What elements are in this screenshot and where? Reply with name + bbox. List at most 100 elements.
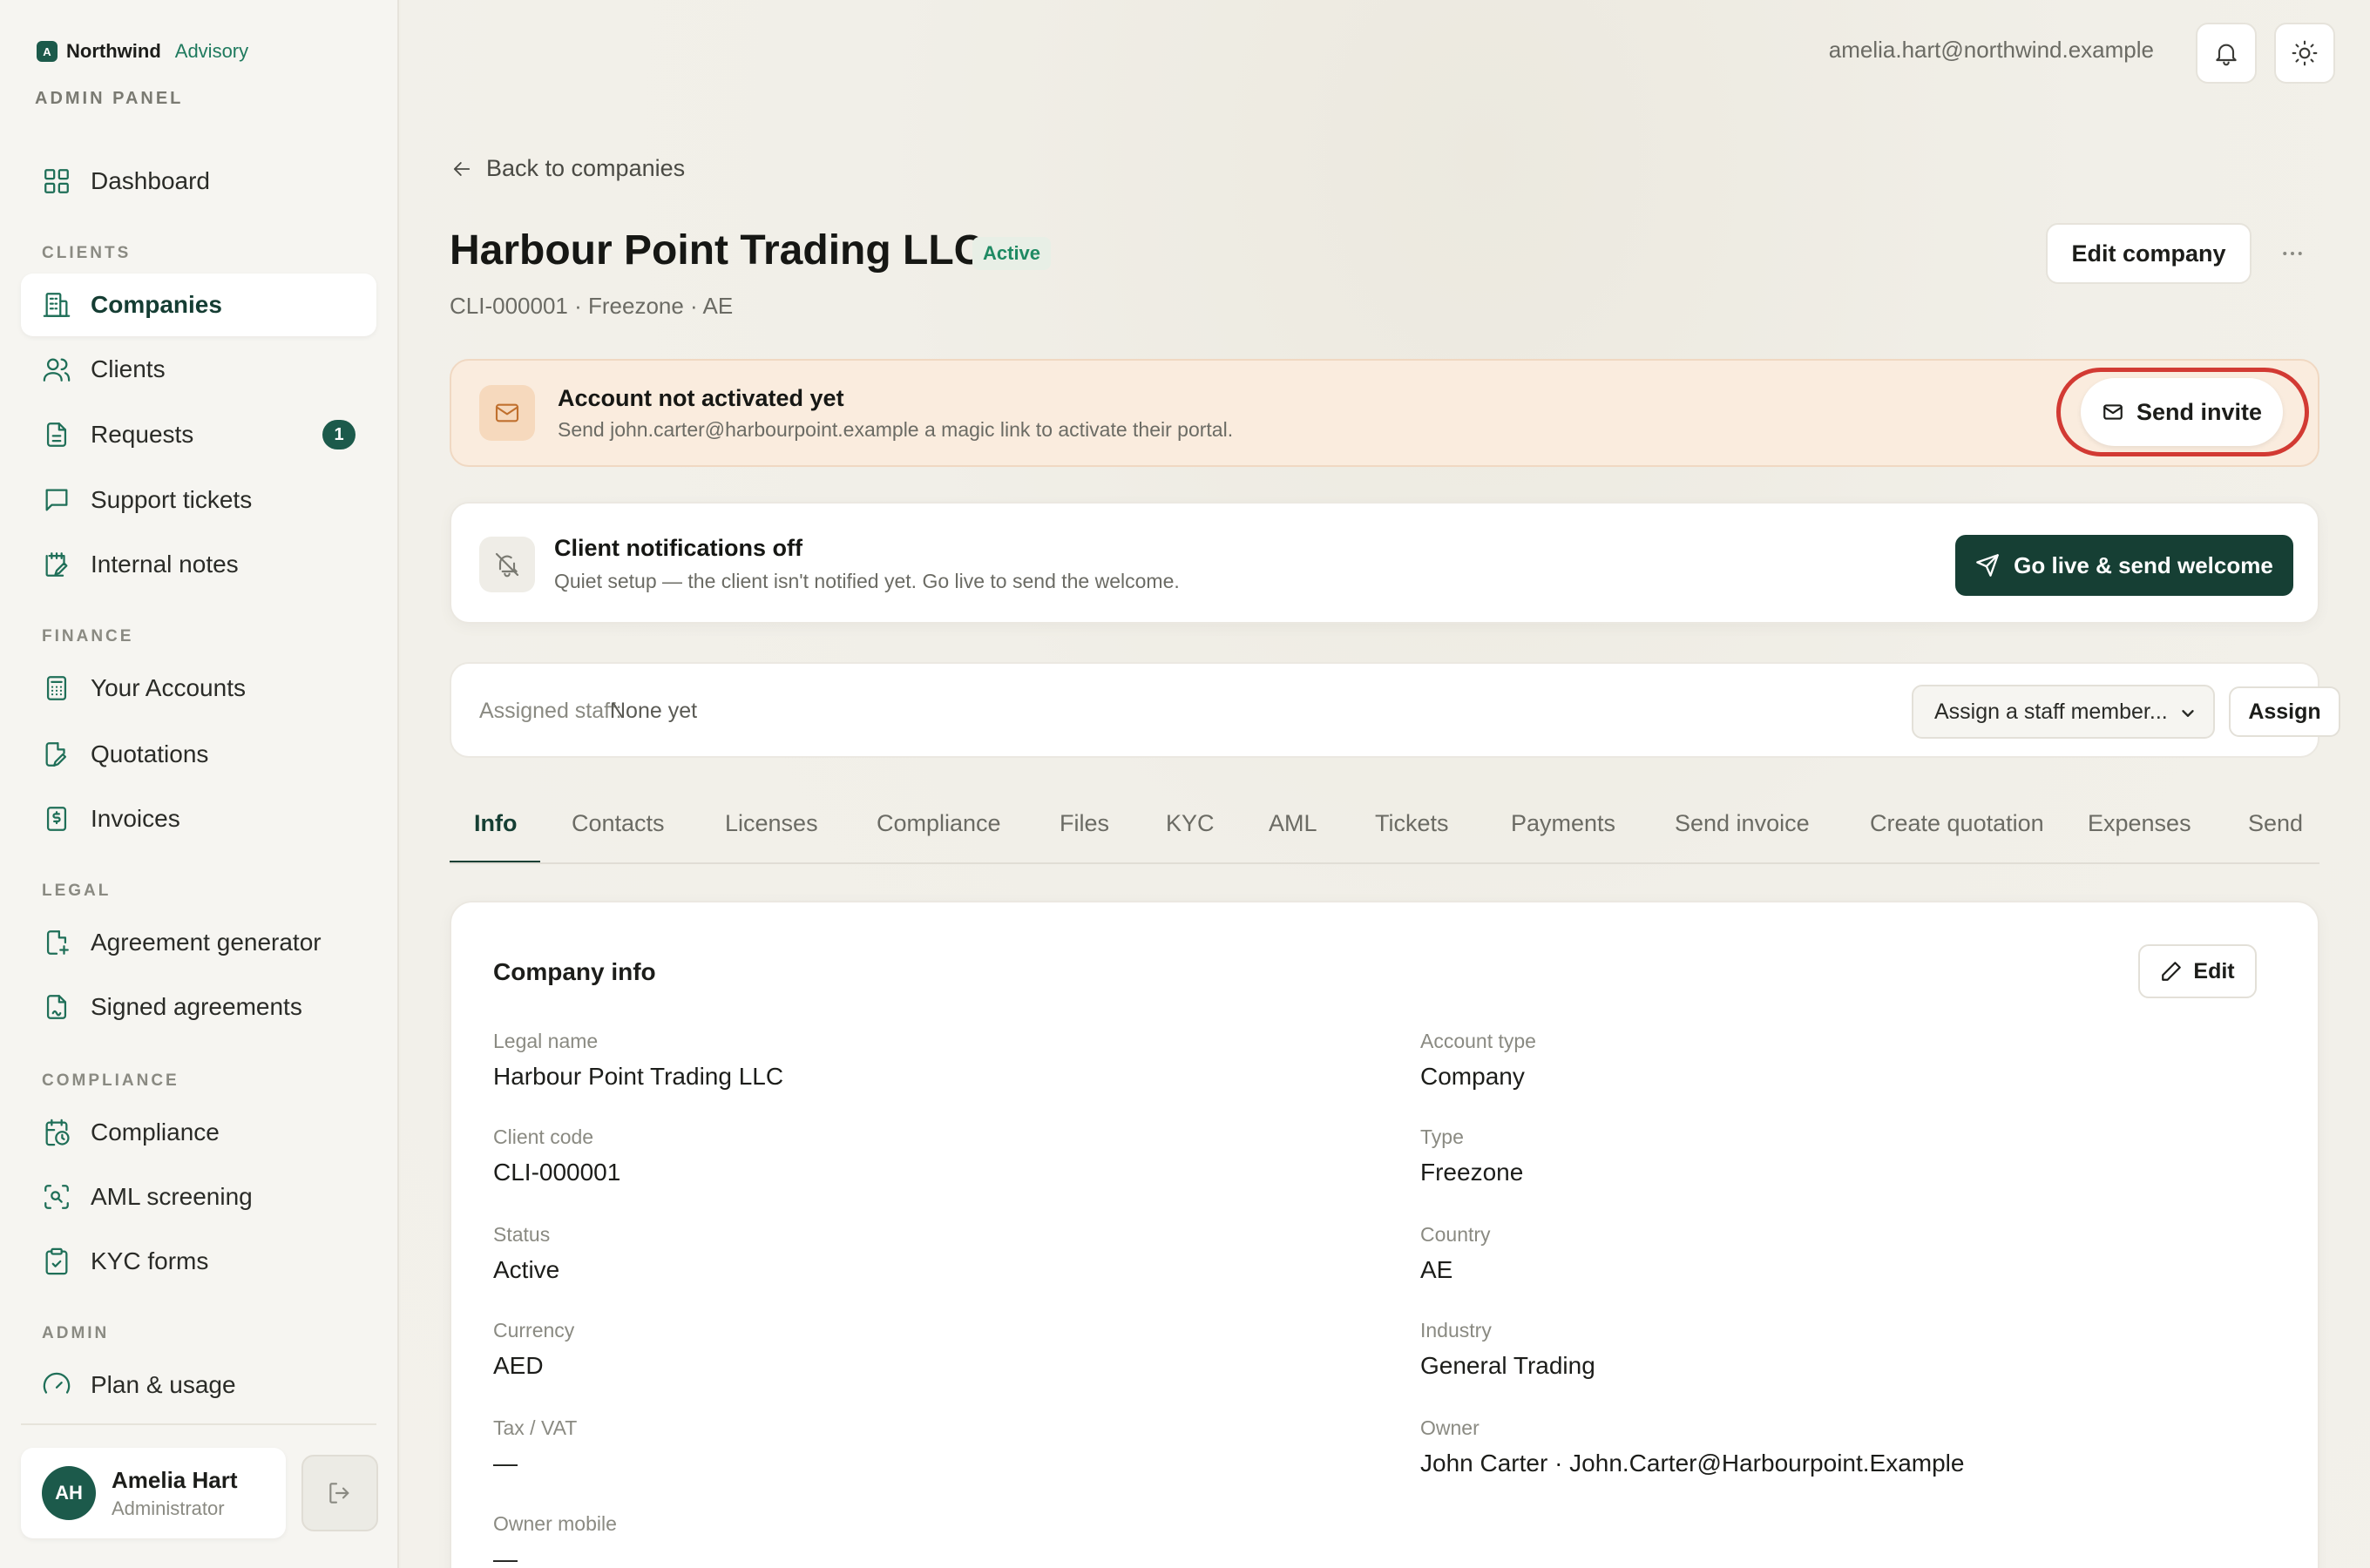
- field-label: Account type: [1420, 1030, 1536, 1052]
- more-horizontal-icon: [2279, 240, 2306, 267]
- section-admin: ADMIN: [42, 1324, 110, 1342]
- tab-contacts[interactable]: Contacts: [572, 810, 665, 837]
- card-title: Company info: [493, 958, 656, 985]
- brand-name: Northwind: [66, 40, 161, 62]
- tab-create-quotation[interactable]: Create quotation: [1870, 810, 2044, 837]
- user-email: amelia.hart@northwind.example: [1828, 37, 2154, 63]
- users-icon: [42, 355, 71, 384]
- arrow-left-icon: [450, 157, 474, 181]
- user-profile-card[interactable]: AH Amelia Hart Administrator: [21, 1448, 286, 1538]
- tab-tickets[interactable]: Tickets: [1375, 810, 1449, 837]
- field-label: Legal name: [493, 1030, 599, 1052]
- pencil-icon: [2160, 960, 2183, 983]
- brand-logo[interactable]: A Northwind Advisory: [37, 40, 248, 63]
- tab-expenses[interactable]: Expenses: [2088, 810, 2191, 837]
- file-signed-icon: [42, 992, 71, 1022]
- tab-send-invoice[interactable]: Send invoice: [1675, 810, 1810, 837]
- field-value: Freezone: [1420, 1159, 1524, 1186]
- field-label: Status: [493, 1223, 551, 1246]
- send-icon: [1975, 553, 2000, 578]
- field-label: Industry: [1420, 1319, 1492, 1342]
- page-subtitle: CLI-000001 · Freezone · AE: [450, 293, 734, 319]
- status-badge: Active: [972, 237, 1052, 270]
- edit-company-button[interactable]: Edit company: [2046, 223, 2252, 284]
- user-role: Administrator: [112, 1497, 225, 1519]
- assign-button[interactable]: Assign: [2229, 686, 2340, 737]
- sidebar-item-internal-notes[interactable]: Internal notes: [21, 533, 376, 596]
- sidebar: A Northwind Advisory ADMIN PANEL Dashboa…: [0, 0, 399, 1568]
- sidebar-item-label: Signed agreements: [91, 993, 302, 1020]
- sidebar-item-label: Support tickets: [91, 486, 253, 513]
- field-value: General Trading: [1420, 1352, 1595, 1379]
- activation-banner: Account not activated yet Send john.cart…: [450, 359, 2319, 467]
- staff-select-dropdown[interactable]: Assign a staff member...: [1912, 685, 2215, 739]
- user-name: Amelia Hart: [112, 1466, 238, 1493]
- tab-info[interactable]: Info: [474, 810, 517, 837]
- field-value: AE: [1420, 1256, 1453, 1283]
- logout-button[interactable]: [301, 1455, 378, 1531]
- assigned-staff-label: Assigned staff:: [479, 699, 622, 723]
- field-label: Owner: [1420, 1416, 1480, 1439]
- sidebar-item-quotations[interactable]: Quotations: [21, 723, 376, 786]
- sidebar-item-label: Dashboard: [91, 167, 210, 194]
- sidebar-item-plan-usage[interactable]: Plan & usage: [21, 1354, 376, 1416]
- sidebar-item-label: Requests: [91, 421, 194, 448]
- sidebar-item-label: Compliance: [91, 1119, 220, 1146]
- go-live-button[interactable]: Go live & send welcome: [1955, 535, 2293, 596]
- page-title: Harbour Point Trading LLC: [450, 227, 985, 274]
- sidebar-item-requests[interactable]: Requests 1: [21, 403, 376, 466]
- sidebar-item-invoices[interactable]: Invoices: [21, 787, 376, 850]
- bell-icon: [2212, 39, 2240, 67]
- tab-aml[interactable]: AML: [1269, 810, 1317, 837]
- brand-sub: Advisory: [174, 40, 249, 62]
- brand-badge: A: [37, 41, 58, 62]
- sidebar-item-signed-agreements[interactable]: Signed agreements: [21, 976, 376, 1038]
- tab-licenses[interactable]: Licenses: [725, 810, 818, 837]
- sidebar-item-label: KYC forms: [91, 1247, 209, 1274]
- sidebar-item-aml-screening[interactable]: AML screening: [21, 1166, 376, 1228]
- calendar-clock-icon: [42, 1118, 71, 1147]
- back-link-label: Back to companies: [486, 155, 686, 181]
- field-value: John Carter · John.Carter@Harbourpoint.E…: [1420, 1450, 1965, 1477]
- staff-select-value: Assign a staff member...: [1934, 699, 2168, 724]
- tab-kyc[interactable]: KYC: [1166, 810, 1215, 837]
- sidebar-item-support-tickets[interactable]: Support tickets: [21, 469, 376, 531]
- calculator-icon: [42, 673, 71, 703]
- edit-info-button[interactable]: Edit: [2138, 944, 2257, 998]
- tab-compliance[interactable]: Compliance: [877, 810, 1001, 837]
- grid-icon: [42, 166, 71, 196]
- logout-icon: [326, 1479, 354, 1507]
- tab-payments[interactable]: Payments: [1511, 810, 1615, 837]
- avatar: AH: [42, 1466, 96, 1520]
- sidebar-item-label: Companies: [91, 291, 222, 318]
- main-content: amelia.hart@northwind.example Back to co…: [401, 0, 2370, 1568]
- field-label: Currency: [493, 1319, 575, 1342]
- activation-title: Account not activated yet: [558, 385, 844, 411]
- company-tabs: Info Contacts Licenses Compliance Files …: [450, 791, 2319, 864]
- sidebar-item-compliance[interactable]: Compliance: [21, 1101, 376, 1164]
- more-options-button[interactable]: [2271, 232, 2314, 275]
- sidebar-item-dashboard[interactable]: Dashboard: [21, 150, 376, 213]
- section-finance: FINANCE: [42, 627, 134, 645]
- note-icon: [42, 550, 71, 579]
- tab-send[interactable]: Send: [2248, 810, 2303, 837]
- field-label: Type: [1420, 1125, 1464, 1148]
- tab-files[interactable]: Files: [1060, 810, 1109, 837]
- sidebar-item-agreement-generator[interactable]: Agreement generator: [21, 911, 376, 974]
- sidebar-item-companies[interactable]: Companies: [21, 274, 376, 336]
- back-to-companies-link[interactable]: Back to companies: [450, 155, 685, 182]
- sidebar-item-your-accounts[interactable]: Your Accounts: [21, 657, 376, 720]
- notifications-button[interactable]: [2196, 23, 2257, 84]
- sidebar-item-label: Quotations: [91, 740, 209, 767]
- theme-toggle-button[interactable]: [2274, 23, 2335, 84]
- section-legal: LEGAL: [42, 882, 112, 900]
- field-label: Owner mobile: [493, 1512, 617, 1535]
- sidebar-item-clients[interactable]: Clients: [21, 338, 376, 401]
- panel-label: ADMIN PANEL: [35, 89, 184, 108]
- send-invite-button[interactable]: Send invite: [2081, 378, 2283, 446]
- field-value: —: [493, 1450, 518, 1477]
- sidebar-item-kyc-forms[interactable]: KYC forms: [21, 1230, 376, 1293]
- field-value: AED: [493, 1352, 544, 1379]
- send-invite-label: Send invite: [2136, 398, 2263, 425]
- company-info-card: Company info Edit Legal name Harbour Poi…: [450, 901, 2319, 1568]
